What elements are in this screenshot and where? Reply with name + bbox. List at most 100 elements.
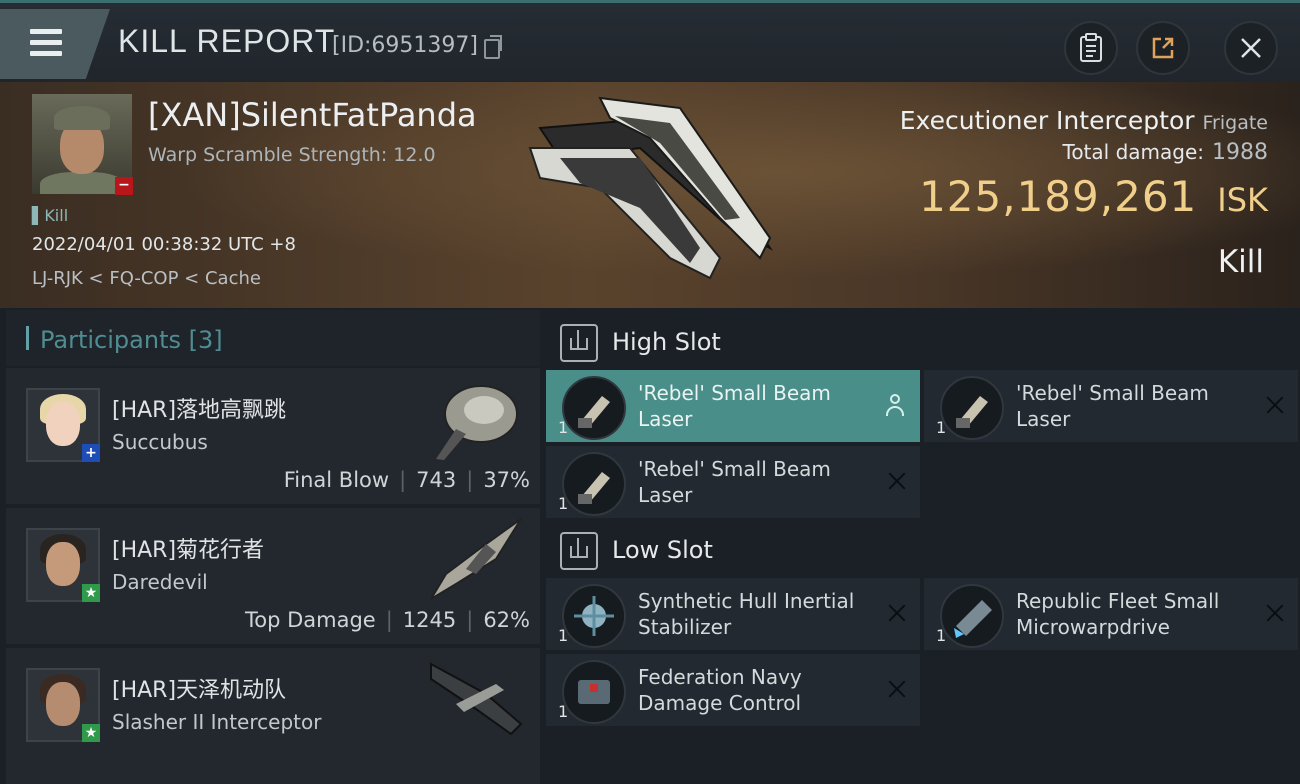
participant-damage: 1245 bbox=[402, 608, 457, 632]
plus-badge-icon: + bbox=[82, 444, 100, 462]
module-name: Synthetic Hull Inertial Stabilizer bbox=[638, 589, 855, 639]
menu-button[interactable] bbox=[0, 9, 110, 79]
module-quantity: 1 bbox=[558, 418, 569, 437]
participant-name: [HAR]天泽机动队 bbox=[112, 678, 287, 703]
participant-role: Final Blow bbox=[283, 468, 390, 492]
destroyed-icon bbox=[886, 470, 908, 492]
page-title: KILL REPORT bbox=[118, 23, 336, 59]
avatar-face bbox=[46, 682, 80, 726]
participant-stats: Final Blow | 743 | 37% bbox=[284, 468, 530, 492]
destroyed-icon bbox=[1264, 602, 1286, 624]
star-badge-icon: ★ bbox=[82, 584, 100, 602]
loss-badge: − bbox=[115, 177, 133, 195]
participants-title: Participants [3] bbox=[40, 326, 223, 354]
beam-laser-icon bbox=[562, 452, 626, 516]
module-quantity: 1 bbox=[558, 702, 569, 721]
participant-stats: Top Damage | 1245 | 62% bbox=[245, 608, 530, 632]
low-slot-title: Low Slot bbox=[612, 536, 713, 564]
fitting-panel: High Slot 1 'Rebel' Small Beam Laser 1 '… bbox=[546, 310, 1300, 750]
stats-separator: | bbox=[466, 468, 474, 492]
victim-panel: − [XAN]SilentFatPanda Warp Scramble Stre… bbox=[0, 82, 1300, 308]
participant-ship: Daredevil bbox=[112, 570, 208, 594]
participants-header: Participants [3] bbox=[6, 310, 540, 366]
avatar-face bbox=[46, 402, 80, 446]
high-slot-icon bbox=[560, 324, 598, 362]
beam-laser-icon bbox=[940, 376, 1004, 440]
person-icon bbox=[884, 394, 906, 418]
participants-panel: Participants [3] + [HAR]落地高飘跳 Succubus F… bbox=[6, 310, 540, 784]
clipboard-button[interactable] bbox=[1064, 21, 1118, 75]
victim-ship-class: Frigate bbox=[1202, 112, 1268, 134]
module-name: 'Rebel' Small Beam Laser bbox=[638, 381, 831, 431]
low-slot-header: Low Slot bbox=[546, 522, 1300, 578]
stats-separator: | bbox=[385, 608, 393, 632]
beam-laser-icon bbox=[562, 376, 626, 440]
module-item[interactable]: 1 'Rebel' Small Beam Laser bbox=[924, 370, 1298, 442]
high-slot-header: High Slot bbox=[546, 314, 1300, 370]
close-button[interactable] bbox=[1224, 21, 1278, 75]
participant-ship: Slasher II Interceptor bbox=[112, 710, 322, 734]
module-quantity: 1 bbox=[558, 494, 569, 513]
portrait-cap bbox=[54, 106, 110, 130]
hamburger-icon-line bbox=[30, 40, 62, 45]
victim-name[interactable]: [XAN]SilentFatPanda bbox=[148, 96, 477, 134]
kill-location: LJ-RJK < FQ-COP < Cache bbox=[32, 268, 261, 289]
report-result: Kill bbox=[1217, 244, 1264, 280]
kill-tag: ▌Kill bbox=[32, 206, 69, 225]
damage-control-icon bbox=[562, 660, 626, 724]
participant-name: [HAR]落地高飘跳 bbox=[112, 398, 287, 423]
participant-ship-image bbox=[436, 385, 518, 460]
participant-percent: 37% bbox=[483, 468, 530, 492]
copy-icon[interactable] bbox=[484, 35, 502, 59]
participants-count: [3] bbox=[188, 326, 223, 354]
module-item[interactable]: 1 Synthetic Hull Inertial Stabilizer bbox=[546, 578, 920, 650]
participants-label: Participants bbox=[40, 326, 181, 354]
module-item[interactable]: 1 Federation Navy Damage Control bbox=[546, 654, 920, 726]
hamburger-icon bbox=[30, 29, 62, 34]
avatar-face bbox=[46, 542, 80, 586]
microwarpdrive-icon bbox=[940, 584, 1004, 648]
low-slot-icon bbox=[560, 532, 598, 570]
participant-row[interactable]: ★ [HAR]菊花行者 Daredevil Top Damage | 1245 | 62… bbox=[6, 508, 540, 644]
module-item[interactable]: 1 'Rebel' Small Beam Laser bbox=[546, 370, 920, 442]
share-icon bbox=[1152, 37, 1174, 59]
total-damage: Total damage: 1988 bbox=[1063, 140, 1269, 165]
module-name: 'Rebel' Small Beam Laser bbox=[1016, 381, 1209, 431]
share-button[interactable] bbox=[1136, 21, 1190, 75]
participant-name: [HAR]菊花行者 bbox=[112, 538, 265, 563]
participant-row[interactable]: + [HAR]落地高飘跳 Succubus Final Blow | 743 | 37% bbox=[6, 368, 540, 504]
close-icon bbox=[1241, 38, 1261, 58]
module-quantity: 1 bbox=[936, 418, 947, 437]
destroyed-icon bbox=[1264, 394, 1286, 416]
module-name: Federation Navy Damage Control bbox=[638, 665, 802, 715]
header-accent bbox=[26, 326, 29, 350]
module-name: Republic Fleet Small Microwarpdrive bbox=[1016, 589, 1220, 639]
module-quantity: 1 bbox=[558, 626, 569, 645]
report-id: [ID:6951397] bbox=[332, 33, 478, 58]
module-item[interactable]: 1 'Rebel' Small Beam Laser bbox=[546, 446, 920, 518]
stats-separator: | bbox=[399, 468, 407, 492]
stats-separator: | bbox=[466, 608, 474, 632]
participant-ship-image bbox=[430, 662, 523, 736]
inertial-stabilizer-icon bbox=[562, 584, 626, 648]
total-damage-value: 1988 bbox=[1212, 140, 1268, 165]
high-slot-title: High Slot bbox=[612, 328, 721, 356]
participant-ship-image bbox=[430, 518, 522, 600]
participant-damage: 743 bbox=[416, 468, 457, 492]
clipboard-icon bbox=[1080, 33, 1102, 62]
warp-scramble-strength: Warp Scramble Strength: 12.0 bbox=[148, 144, 436, 166]
kill-tag-label: Kill bbox=[44, 206, 69, 225]
module-item[interactable]: 1 Republic Fleet Small Microwarpdrive bbox=[924, 578, 1298, 650]
total-damage-label: Total damage: bbox=[1062, 140, 1205, 164]
hamburger-icon-line bbox=[30, 51, 62, 56]
isk-value: 125,189,261 ISK bbox=[919, 172, 1268, 221]
participant-role: Top Damage bbox=[244, 608, 376, 632]
kill-datetime: 2022/04/01 00:38:32 UTC +8 bbox=[32, 234, 296, 255]
participant-percent: 62% bbox=[483, 608, 530, 632]
victim-ship-image bbox=[528, 96, 773, 280]
victim-ship[interactable]: Executioner Interceptor Frigate bbox=[900, 106, 1268, 135]
top-bar: KILL REPORT [ID:6951397] bbox=[0, 0, 1300, 85]
star-badge-icon: ★ bbox=[82, 724, 100, 742]
participant-row[interactable]: ★ [HAR]天泽机动队 Slasher II Interceptor bbox=[6, 648, 540, 784]
destroyed-icon bbox=[886, 678, 908, 700]
